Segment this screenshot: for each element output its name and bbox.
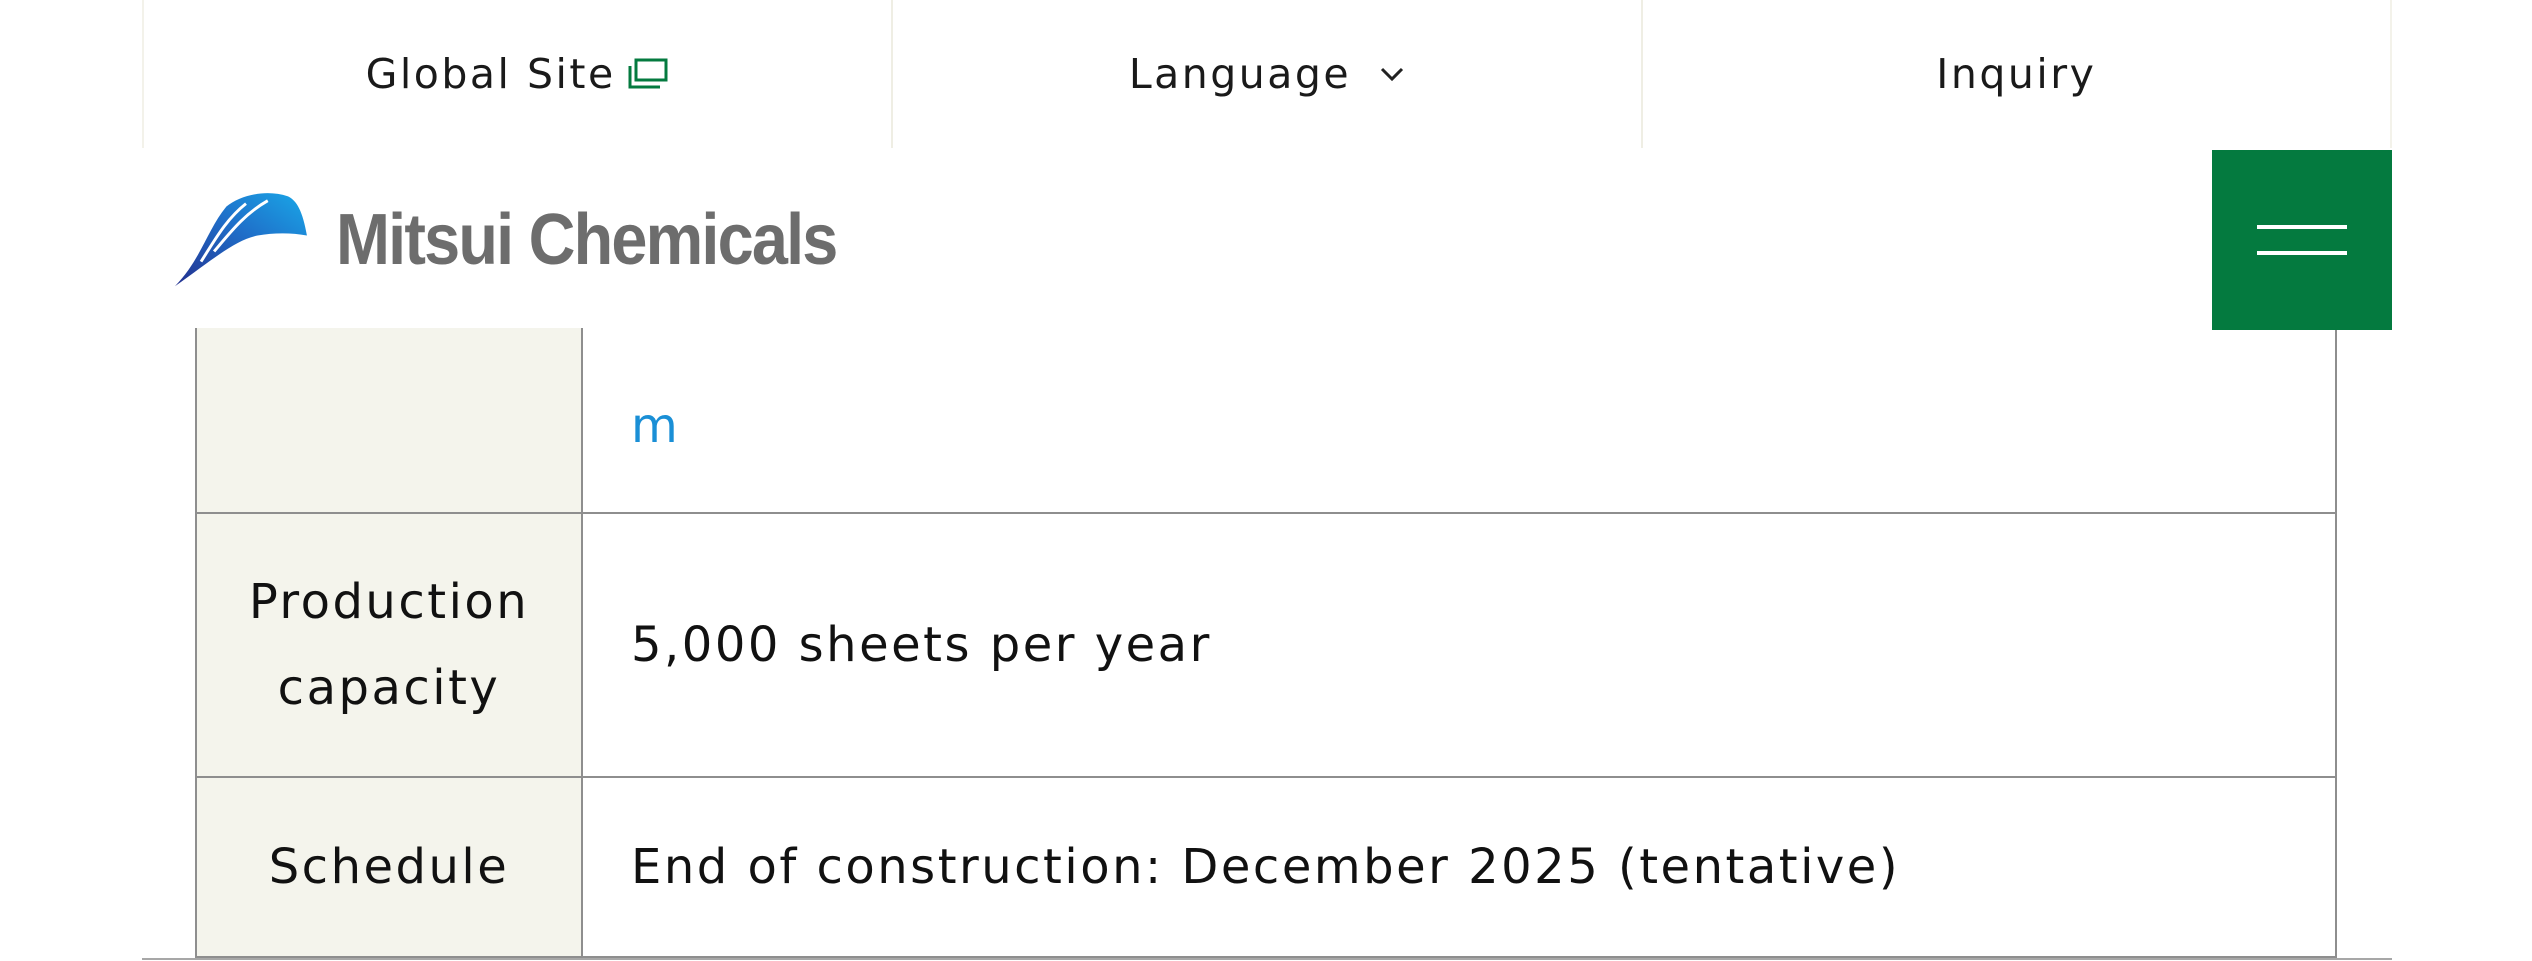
- external-window-icon: [628, 58, 668, 89]
- header-line: Production: [248, 574, 530, 630]
- mitsui-wing-logo-icon: [174, 193, 307, 287]
- table-row: Schedule End of construction: December 2…: [195, 776, 2337, 958]
- table-row-header: Schedule: [195, 776, 583, 958]
- site-logo[interactable]: Mitsui Chemicals: [172, 172, 892, 307]
- section-divider: [142, 958, 2392, 960]
- site-header: Mitsui Chemicals: [142, 150, 2392, 330]
- menu-button[interactable]: [2212, 150, 2392, 330]
- language-label: Language: [1128, 50, 1352, 98]
- chevron-down-icon: [1381, 67, 1404, 82]
- facility-info-table: m Production capacity 5,000 sheets per y…: [195, 250, 2337, 958]
- utility-bar: Global Site Language Inquiry: [142, 0, 2392, 148]
- header-line: capacity: [277, 660, 501, 716]
- logo-wordmark: Mitsui Chemicals: [335, 199, 838, 280]
- global-site-link[interactable]: Global Site: [142, 0, 891, 148]
- table-value-link[interactable]: m: [631, 398, 680, 454]
- inquiry-label: Inquiry: [1936, 50, 2097, 98]
- language-selector[interactable]: Language: [891, 0, 1640, 148]
- table-row-header: Production capacity: [195, 512, 583, 778]
- table-row-value: 5,000 sheets per year: [581, 512, 2337, 778]
- global-site-label: Global Site: [365, 50, 616, 98]
- table-row-value: End of construction: December 2025 (tent…: [581, 776, 2337, 958]
- table-row: Production capacity 5,000 sheets per yea…: [195, 512, 2337, 778]
- hamburger-menu-icon: [2257, 225, 2347, 255]
- inquiry-link[interactable]: Inquiry: [1640, 0, 2392, 148]
